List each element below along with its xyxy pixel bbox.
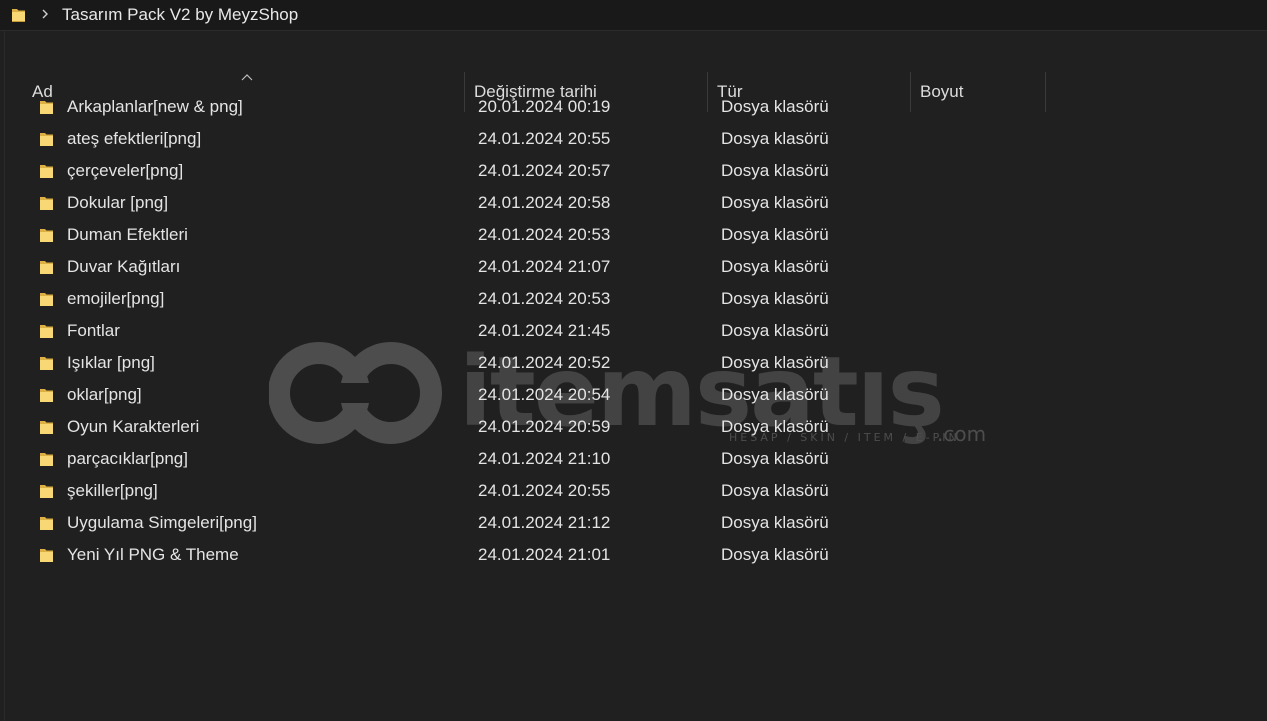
file-date: 24.01.2024 20:53 — [478, 225, 611, 244]
file-name: ateş efektleri[png] — [67, 129, 202, 148]
folder-icon — [39, 514, 55, 532]
file-type: Dosya klasörü — [721, 449, 829, 468]
file-type: Dosya klasörü — [721, 513, 829, 532]
file-type: Dosya klasörü — [721, 129, 829, 148]
folder-icon — [39, 450, 55, 468]
list-item[interactable]: emojiler[png] 24.01.2024 20:53 Dosya kla… — [29, 283, 859, 315]
list-item[interactable]: parçacıklar[png] 24.01.2024 21:10 Dosya … — [29, 443, 859, 475]
file-name: Arkaplanlar[new & png] — [67, 97, 243, 116]
file-date: 24.01.2024 20:55 — [478, 129, 611, 148]
file-name: parçacıklar[png] — [67, 449, 188, 468]
file-date: 24.01.2024 21:07 — [478, 257, 611, 276]
file-name: Işıklar [png] — [67, 353, 155, 372]
file-type: Dosya klasörü — [721, 289, 829, 308]
list-item[interactable]: Duvar Kağıtları 24.01.2024 21:07 Dosya k… — [29, 251, 859, 283]
column-divider[interactable] — [910, 72, 911, 112]
file-name: Yeni Yıl PNG & Theme — [67, 545, 239, 564]
file-type: Dosya klasörü — [721, 417, 829, 436]
file-type: Dosya klasörü — [721, 321, 829, 340]
file-type: Dosya klasörü — [721, 97, 829, 116]
file-type: Dosya klasörü — [721, 161, 829, 180]
list-item[interactable]: oklar[png] 24.01.2024 20:54 Dosya klasör… — [29, 379, 859, 411]
file-name: oklar[png] — [67, 385, 142, 404]
file-type: Dosya klasörü — [721, 385, 829, 404]
file-date: 24.01.2024 20:55 — [478, 481, 611, 500]
file-date: 20.01.2024 00:19 — [478, 97, 611, 116]
folder-icon — [39, 290, 55, 308]
list-item[interactable]: Arkaplanlar[new & png] 20.01.2024 00:19 … — [29, 91, 859, 123]
list-item[interactable]: şekiller[png] 24.01.2024 20:55 Dosya kla… — [29, 475, 859, 507]
file-date: 24.01.2024 20:58 — [478, 193, 611, 212]
file-date: 24.01.2024 20:57 — [478, 161, 611, 180]
file-type: Dosya klasörü — [721, 481, 829, 500]
file-date: 24.01.2024 21:10 — [478, 449, 611, 468]
breadcrumb-current-folder[interactable]: Tasarım Pack V2 by MeyzShop — [62, 4, 298, 26]
file-type: Dosya klasörü — [721, 545, 829, 564]
file-date: 24.01.2024 20:53 — [478, 289, 611, 308]
folder-icon — [39, 354, 55, 372]
file-date: 24.01.2024 20:52 — [478, 353, 611, 372]
file-date: 24.01.2024 20:59 — [478, 417, 611, 436]
folder-icon — [39, 130, 55, 148]
folder-icon — [39, 546, 55, 564]
file-name: şekiller[png] — [67, 481, 158, 500]
file-explorer-window: Tasarım Pack V2 by MeyzShop Ad Değiştirm… — [0, 0, 1267, 721]
list-item[interactable]: ateş efektleri[png] 24.01.2024 20:55 Dos… — [29, 123, 859, 155]
list-item[interactable]: Fontlar 24.01.2024 21:45 Dosya klasörü — [29, 315, 859, 347]
folder-icon — [39, 386, 55, 404]
list-item[interactable]: Oyun Karakterleri 24.01.2024 20:59 Dosya… — [29, 411, 859, 443]
folder-icon — [39, 226, 55, 244]
file-name: Fontlar — [67, 321, 120, 340]
folder-icon — [39, 322, 55, 340]
folder-icon — [11, 6, 27, 24]
folder-icon — [39, 98, 55, 116]
column-divider[interactable] — [1045, 72, 1046, 112]
column-header-size[interactable]: Boyut — [920, 72, 1045, 112]
file-name: Dokular [png] — [67, 193, 169, 212]
file-name: Oyun Karakterleri — [67, 417, 200, 436]
list-item[interactable]: Duman Efektleri 24.01.2024 20:53 Dosya k… — [29, 219, 859, 251]
column-header-size-label: Boyut — [920, 82, 964, 101]
chevron-right-icon[interactable] — [40, 7, 50, 21]
list-item[interactable]: Uygulama Simgeleri[png] 24.01.2024 21:12… — [29, 507, 859, 539]
list-item[interactable]: Yeni Yıl PNG & Theme 24.01.2024 21:01 Do… — [29, 539, 859, 571]
file-name: çerçeveler[png] — [67, 161, 184, 180]
file-date: 24.01.2024 21:45 — [478, 321, 611, 340]
file-list-pane: Ad Değiştirme tarihi Tür Boyut itemsatış… — [4, 31, 1267, 721]
file-date: 24.01.2024 20:54 — [478, 385, 611, 404]
folder-icon — [39, 418, 55, 436]
file-type: Dosya klasörü — [721, 257, 829, 276]
file-type: Dosya klasörü — [721, 353, 829, 372]
file-name: Uygulama Simgeleri[png] — [67, 513, 257, 532]
folder-icon — [39, 258, 55, 276]
file-type: Dosya klasörü — [721, 193, 829, 212]
file-name: Duvar Kağıtları — [67, 257, 181, 276]
list-item[interactable]: Işıklar [png] 24.01.2024 20:52 Dosya kla… — [29, 347, 859, 379]
folder-icon — [39, 194, 55, 212]
list-item[interactable]: çerçeveler[png] 24.01.2024 20:57 Dosya k… — [29, 155, 859, 187]
list-item[interactable]: Dokular [png] 24.01.2024 20:58 Dosya kla… — [29, 187, 859, 219]
folder-icon — [39, 162, 55, 180]
watermark-suffix: .com — [937, 422, 986, 446]
folder-icon — [39, 482, 55, 500]
file-type: Dosya klasörü — [721, 225, 829, 244]
file-date: 24.01.2024 21:01 — [478, 545, 611, 564]
file-name: emojiler[png] — [67, 289, 165, 308]
file-date: 24.01.2024 21:12 — [478, 513, 611, 532]
file-name: Duman Efektleri — [67, 225, 188, 244]
address-bar[interactable]: Tasarım Pack V2 by MeyzShop — [0, 0, 1267, 31]
